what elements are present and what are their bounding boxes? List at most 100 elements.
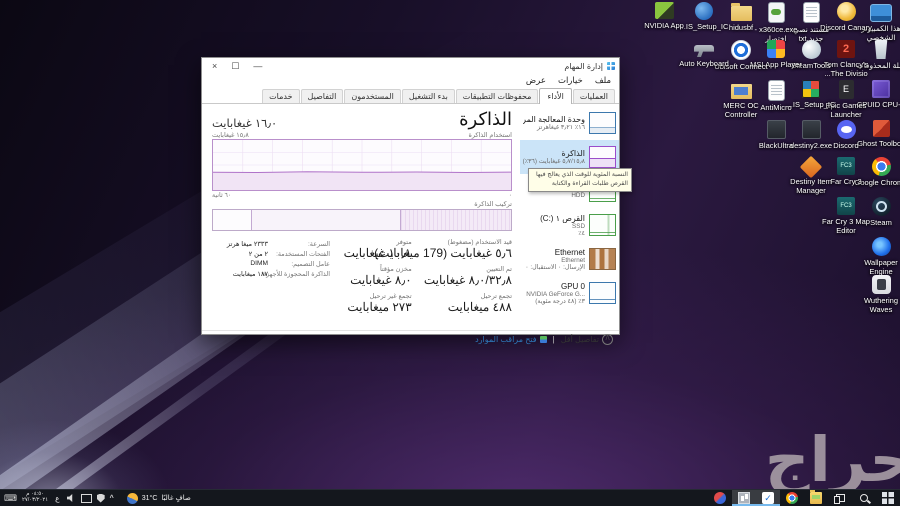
composition-standby-segment — [252, 210, 402, 230]
desktop-icon-wallpaper-engine[interactable]: Wallpaper Engine — [852, 237, 900, 277]
menu-bar: ملف خيارات عرض — [202, 74, 619, 87]
touch-keyboard-icon[interactable]: ⌨ — [4, 493, 17, 503]
taskbar-check-app[interactable] — [756, 490, 780, 506]
stat-label-paged-pool: تجمع ترحيل — [480, 293, 512, 300]
stat-value-committed: ٨٫٠/٣٢٫٨ غيغابايت — [423, 273, 512, 287]
ubisoft-icon — [731, 40, 751, 60]
tab-performance[interactable]: الأداء — [539, 88, 572, 104]
icon-label: Far Cry 3 Map Editor — [822, 217, 870, 236]
menu-options[interactable]: خيارات — [558, 75, 583, 86]
weather-widget[interactable]: 31°C صافٍ غالبًا — [126, 492, 191, 504]
security-shield-icon[interactable] — [96, 493, 105, 503]
memory-composition-bar[interactable] — [212, 209, 512, 231]
sidebar-item-gpu[interactable]: GPU 0 ...NVIDIA GeForce G ٣٪ (٤٨ درجة مئ… — [520, 276, 619, 310]
tab-app-history[interactable]: محفوظات التطبيقات — [455, 89, 539, 103]
search-icon — [860, 494, 868, 502]
memory-usage-max: ١٥٫٨ غيغابايت — [212, 132, 249, 139]
title-bar[interactable]: إدارة المهام × ☐ — — [202, 58, 619, 74]
stat-label-nonpaged-pool: تجمع غير ترحيل — [369, 293, 412, 300]
taskbar-start[interactable] — [876, 490, 900, 506]
stat-label-committed: تم التعيين — [486, 266, 512, 273]
taskbar-clock[interactable]: ٠٤:٥٠ م ٢٧/٠٣/٢٠٢١ — [22, 491, 48, 504]
taskbar-chrome[interactable] — [780, 490, 804, 506]
disk1-sparkline — [589, 214, 616, 236]
desktop-icon-auto-keyboard[interactable]: Auto Keyboard — [675, 40, 733, 68]
tab-services[interactable]: خدمات — [262, 89, 300, 103]
tab-details[interactable]: التفاصيل — [300, 89, 344, 103]
tab-startup[interactable]: بدء التشغيل — [401, 89, 455, 103]
ethernet-title: Ethernet — [554, 247, 585, 257]
antimicro-icon — [767, 80, 785, 101]
tab-bar: العمليات الأداء محفوظات التطبيقات بدء ال… — [202, 87, 619, 104]
stat-value-in-use: ٥٫٦ غيغابايت (179 ميغابايت) — [374, 246, 512, 260]
disk1-type: SSD — [572, 222, 585, 230]
task-manager-app-icon — [607, 62, 615, 70]
desktop-icon-dim[interactable]: Destiny Item Manager — [782, 155, 840, 196]
memory-graph-svg — [213, 140, 511, 190]
time-axis-60s: ٦٠ ثانية — [212, 192, 232, 199]
taskbar-profile-app[interactable] — [708, 490, 732, 506]
gpu-title: GPU 0 — [560, 281, 585, 291]
folder-icon — [730, 3, 752, 21]
task-manager-window: إدارة المهام × ☐ — ملف خيارات عرض العملي… — [201, 57, 620, 345]
menu-view[interactable]: عرض — [526, 75, 546, 86]
info-label-slots: الفتحات المستخدمة: — [276, 251, 330, 258]
gpu-stats: ٣٪ (٤٨ درجة مئوية) — [535, 297, 585, 305]
taskbar-task-view[interactable] — [828, 490, 852, 506]
desktop-icon-wuthering-waves[interactable]: Wuthering Waves — [852, 275, 900, 315]
disk-tooltip: النسبة المئوية للوقت الذي يعالج فيها الق… — [528, 168, 632, 192]
info-value-hw-reserved: ١٨٧ ميغابايت — [232, 271, 268, 278]
stat-value-available: ١٠٫١ غيغابايت — [343, 246, 412, 260]
disk1-usage: ٤٪ — [578, 229, 585, 237]
gpu-name: ...NVIDIA GeForce G — [526, 290, 585, 298]
desktop-icon-fc3-map-editor[interactable]: Far Cry 3 Map Editor — [817, 197, 875, 236]
open-resource-monitor-link[interactable]: فتح مراقب الموارد — [475, 335, 547, 344]
sidebar-item-cpu[interactable]: وحدة المعالجة المرك ١٦٪ ٣٫٢١ غيغاهرتز — [520, 106, 619, 140]
hidden-icons-chevron[interactable]: ^ — [110, 494, 114, 503]
taskbar-apps — [708, 490, 900, 506]
menu-file[interactable]: ملف — [595, 75, 611, 86]
memory-total: ١٦٫٠ غيغابايت — [212, 118, 278, 130]
cpu-title: وحدة المعالجة المرك — [523, 115, 585, 124]
info-label-speed: السرعة: — [308, 241, 330, 248]
resource-monitor-label: فتح مراقب الموارد — [475, 334, 537, 344]
sidebar-item-disk1[interactable]: القرص ١ (:C) SSD ٤٪ — [520, 208, 619, 242]
disk1-title: القرص ١ (:C) — [540, 213, 585, 223]
memory-page-title: الذاكرة — [459, 109, 512, 129]
ethernet-sparkline — [589, 248, 616, 270]
desktop-icon-nvidia-app[interactable]: NVIDIA App — [635, 2, 693, 30]
destiny-item-manager-icon — [799, 155, 823, 179]
stat-value-paged-pool: ٤٨٨ ميغابايت — [447, 300, 512, 314]
cpu-sparkline — [589, 112, 616, 134]
memory-usage-graph — [212, 139, 512, 191]
desktop-icon-blackultra[interactable]: BlackUltra — [747, 120, 805, 150]
task-manager-icon — [738, 492, 750, 504]
desktop-icon-merc-oc[interactable]: MERC OC Controller — [712, 80, 770, 120]
installer-icon — [695, 2, 713, 20]
icon-label: Auto Keyboard — [679, 59, 729, 68]
maximize-button[interactable]: ☐ — [231, 59, 239, 73]
ethernet-name: Ethernet — [561, 256, 585, 264]
tab-users[interactable]: المستخدمون — [344, 89, 401, 103]
close-button[interactable]: × — [212, 59, 217, 73]
cpu-stats: ١٦٪ ٣٫٢١ غيغاهرتز — [536, 124, 585, 131]
sidebar-item-ethernet[interactable]: Ethernet Ethernet الإرسال: ٠ الاستقبال: … — [520, 242, 619, 276]
weather-icon — [126, 492, 138, 504]
text-document-icon — [802, 2, 820, 23]
memory-detail-pane: الذاكرة ١٦٫٠ غيغابايت استخدام الذاكرة ١٥… — [202, 104, 520, 330]
wuthering-waves-icon — [871, 275, 891, 294]
taskbar-task-manager[interactable] — [732, 490, 756, 506]
composition-free-segment — [213, 210, 253, 230]
taskbar-file-explorer[interactable] — [804, 490, 828, 506]
stat-value-nonpaged-pool: ٢٧٣ ميغابايت — [347, 300, 412, 314]
display-icon[interactable] — [80, 494, 92, 503]
minimize-button[interactable]: — — [253, 59, 262, 73]
volume-icon[interactable] — [66, 493, 73, 503]
tab-processes[interactable]: العمليات — [572, 89, 615, 103]
disk0-type: HDD — [571, 192, 585, 199]
fewer-details-button[interactable]: ᐱ تفاصيل أقل — [561, 333, 613, 345]
stat-label-in-use: قيد الاستخدام (مضغوط) — [447, 239, 512, 246]
language-indicator[interactable]: ع — [53, 494, 61, 503]
taskbar: ⌨ ٠٤:٥٠ م ٢٧/٠٣/٢٠٢١ ع ^ 31°C صافٍ غالبً… — [0, 489, 900, 506]
taskbar-search[interactable] — [852, 490, 876, 506]
